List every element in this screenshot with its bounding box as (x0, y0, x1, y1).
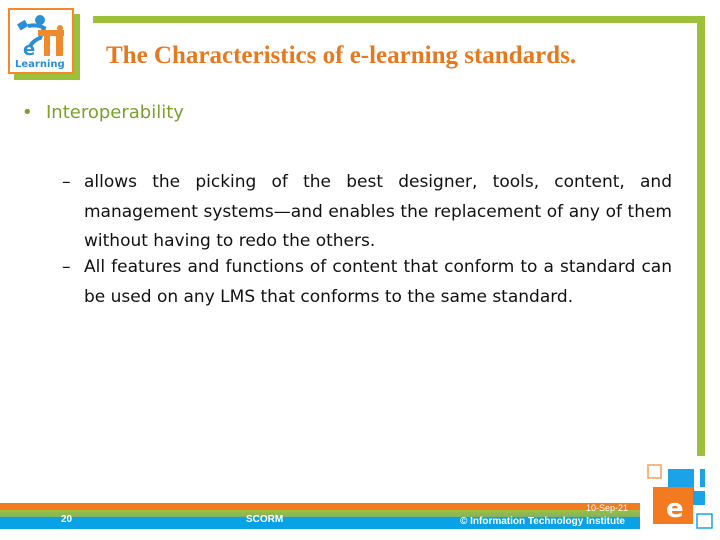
footer-date: 10-Sep-21 (586, 503, 629, 513)
logo-graphic-icon: e Learning (15, 15, 65, 70)
bullet-interoperability: • Interoperability (22, 102, 184, 123)
sub-bullet: – All features and functions of content … (62, 253, 672, 312)
frame-right-border (697, 16, 705, 456)
footer-stripe-orange (0, 503, 640, 510)
e-logo-icon: e (647, 464, 713, 529)
footer-topic: SCORM (246, 514, 284, 525)
dash-icon: – (62, 257, 71, 277)
sub-bullet: – allows the picking of the best designe… (62, 168, 672, 257)
bullet-text: Interoperability (46, 102, 184, 123)
svg-text:e: e (23, 39, 35, 60)
slide-number: 20 (61, 514, 73, 525)
iti-elearning-logo: e Learning (8, 8, 74, 74)
bullet-dot-icon: • (22, 102, 33, 123)
sub-bullet-text: All features and functions of content th… (84, 257, 672, 307)
dash-icon: – (62, 172, 71, 192)
frame-top-border (93, 16, 705, 23)
slide-title: The Characteristics of e-learning standa… (106, 42, 577, 69)
svg-text:e: e (666, 494, 684, 524)
sub-bullet-text: allows the picking of the best designer,… (84, 172, 672, 251)
svg-text:Learning: Learning (15, 59, 65, 70)
footer-copyright: © Information Technology Institute (460, 516, 625, 527)
